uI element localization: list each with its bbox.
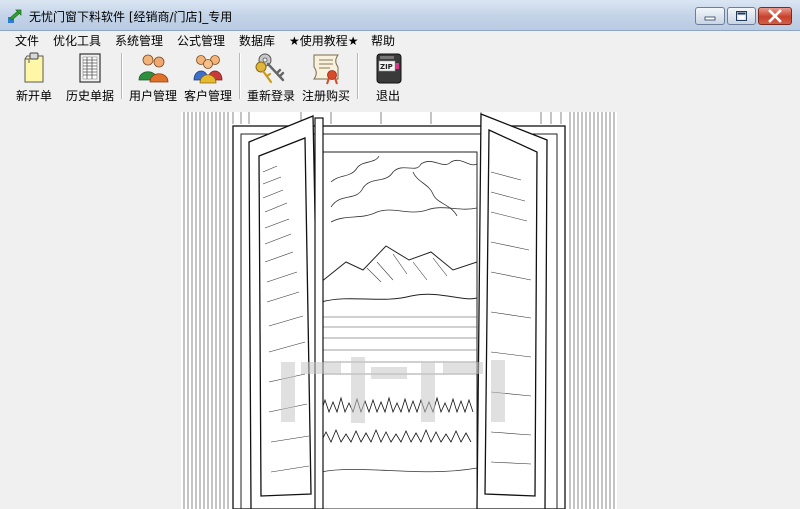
close-button[interactable] bbox=[758, 7, 792, 25]
menu-help[interactable]: 帮助 bbox=[371, 32, 395, 49]
customers-icon bbox=[193, 55, 223, 84]
window-title: 无忧门窗下料软件 [经销商/门店]_专用 bbox=[29, 10, 233, 24]
history-orders-button[interactable]: 历史单据 bbox=[64, 51, 116, 104]
toolbar-separator bbox=[357, 53, 359, 99]
menu-formula-management[interactable]: 公式管理 bbox=[177, 32, 225, 49]
register-purchase-label: 注册购买 bbox=[301, 89, 350, 103]
menu-database[interactable]: 数据库 bbox=[239, 32, 275, 49]
customer-management-label: 客户管理 bbox=[183, 89, 232, 103]
menu-tutorial[interactable]: ★使用教程★ bbox=[289, 32, 359, 49]
exit-zip-icon: ZIP bbox=[376, 53, 402, 84]
menu-optimize-tools[interactable]: 优化工具 bbox=[53, 32, 101, 49]
app-icon bbox=[8, 9, 22, 23]
user-management-label: 用户管理 bbox=[128, 89, 177, 103]
relogin-button[interactable]: 重新登录 bbox=[245, 51, 297, 104]
keys-icon bbox=[255, 53, 285, 84]
close-icon bbox=[768, 9, 782, 23]
toolbar-separator bbox=[239, 53, 241, 99]
toolbar-separator bbox=[121, 53, 123, 99]
users-icon bbox=[138, 54, 169, 83]
minimize-icon bbox=[704, 16, 716, 21]
menu-system-management[interactable]: 系统管理 bbox=[115, 32, 163, 49]
menu-bar: 文件 优化工具 系统管理 公式管理 数据库 ★使用教程★ 帮助 bbox=[0, 31, 800, 50]
exit-label: 退出 bbox=[375, 89, 400, 103]
new-order-button[interactable]: 新开单 bbox=[14, 51, 54, 104]
ledger-icon bbox=[79, 53, 101, 83]
certificate-icon bbox=[313, 54, 339, 85]
menu-file[interactable]: 文件 bbox=[15, 32, 39, 49]
new-order-label: 新开单 bbox=[15, 89, 52, 103]
svg-text:ZIP: ZIP bbox=[380, 63, 393, 71]
main-illustration-panel bbox=[181, 112, 617, 509]
user-management-button[interactable]: 用户管理 bbox=[127, 51, 179, 104]
toolbar: 新开单 历史单据 用户管理 客户管理 重新登录 注册购买 ZIP 退出 bbox=[0, 49, 800, 104]
clipboard-icon bbox=[24, 52, 44, 83]
exit-button[interactable]: ZIP 退出 bbox=[366, 51, 410, 104]
maximize-icon bbox=[736, 11, 747, 21]
window-landscape-illustration bbox=[183, 112, 615, 509]
title-bar[interactable]: 无忧门窗下料软件 [经销商/门店]_专用 bbox=[0, 0, 800, 31]
maximize-button[interactable] bbox=[727, 7, 756, 25]
minimize-button[interactable] bbox=[695, 7, 725, 25]
register-purchase-button[interactable]: 注册购买 bbox=[300, 51, 352, 104]
history-orders-label: 历史单据 bbox=[65, 89, 114, 103]
relogin-label: 重新登录 bbox=[246, 89, 295, 103]
customer-management-button[interactable]: 客户管理 bbox=[182, 51, 234, 104]
